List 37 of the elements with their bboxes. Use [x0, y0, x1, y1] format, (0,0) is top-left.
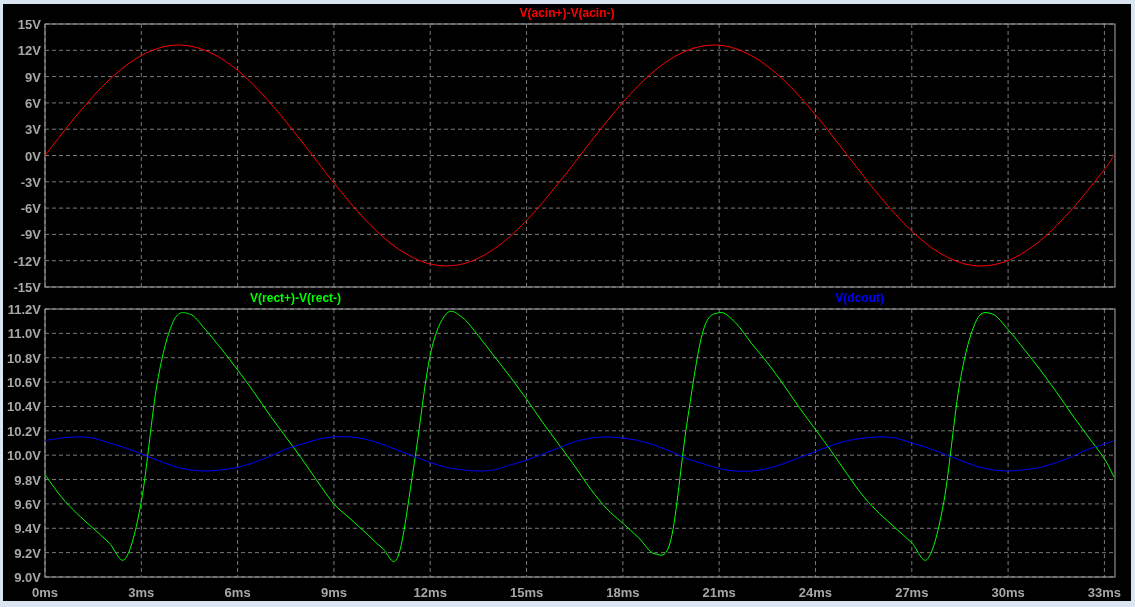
x-tick-label: 33ms — [1087, 585, 1122, 600]
x-tick-label: 30ms — [991, 585, 1025, 600]
y-tick-label: 10.0V — [7, 448, 41, 464]
y-tick-label: -6V — [20, 201, 41, 217]
y-tick-label: 9.2V — [14, 545, 41, 561]
y-tick-label: 9.6V — [14, 496, 41, 512]
trace-title[interactable]: V(acin+)-V(acin-) — [519, 6, 615, 20]
x-tick-label: 15ms — [509, 585, 544, 600]
y-tick-label: 9V — [25, 69, 41, 85]
y-tick-label: 10.2V — [7, 423, 41, 439]
y-tick-label: 0V — [25, 148, 41, 164]
x-tick-label: 24ms — [798, 585, 833, 600]
x-tick-label: 3ms — [128, 585, 155, 600]
y-tick-label: 11.2V — [7, 302, 41, 317]
x-tick-label: 21ms — [702, 585, 736, 600]
y-tick-label: 12V — [17, 43, 41, 59]
y-tick-label: 3V — [25, 122, 41, 138]
y-tick-label: -15V — [13, 280, 41, 295]
y-tick-label: -12V — [13, 253, 41, 269]
x-tick-label: 12ms — [413, 585, 447, 600]
y-tick-label: -9V — [20, 227, 41, 243]
x-tick-label: 27ms — [895, 585, 929, 600]
x-tick-label: 0ms — [32, 585, 58, 600]
y-tick-label: 10.4V — [7, 399, 41, 415]
y-tick-label: 9.0V — [14, 570, 41, 585]
y-tick-label: 15V — [17, 17, 41, 32]
x-tick-label: 9ms — [320, 585, 347, 600]
y-tick-label: 6V — [25, 95, 41, 111]
x-tick-label: 18ms — [606, 585, 640, 600]
y-tick-label: 10.8V — [7, 350, 41, 366]
x-tick-label: 6ms — [224, 585, 251, 600]
y-tick-label: 9.4V — [14, 521, 41, 537]
y-tick-label: 10.6V — [7, 375, 41, 391]
y-tick-label: 11.0V — [7, 326, 41, 342]
y-tick-label: -3V — [20, 174, 41, 190]
trace-title[interactable]: V(rect+)-V(rect-) — [250, 291, 342, 305]
y-tick-label: 9.8V — [14, 472, 41, 488]
